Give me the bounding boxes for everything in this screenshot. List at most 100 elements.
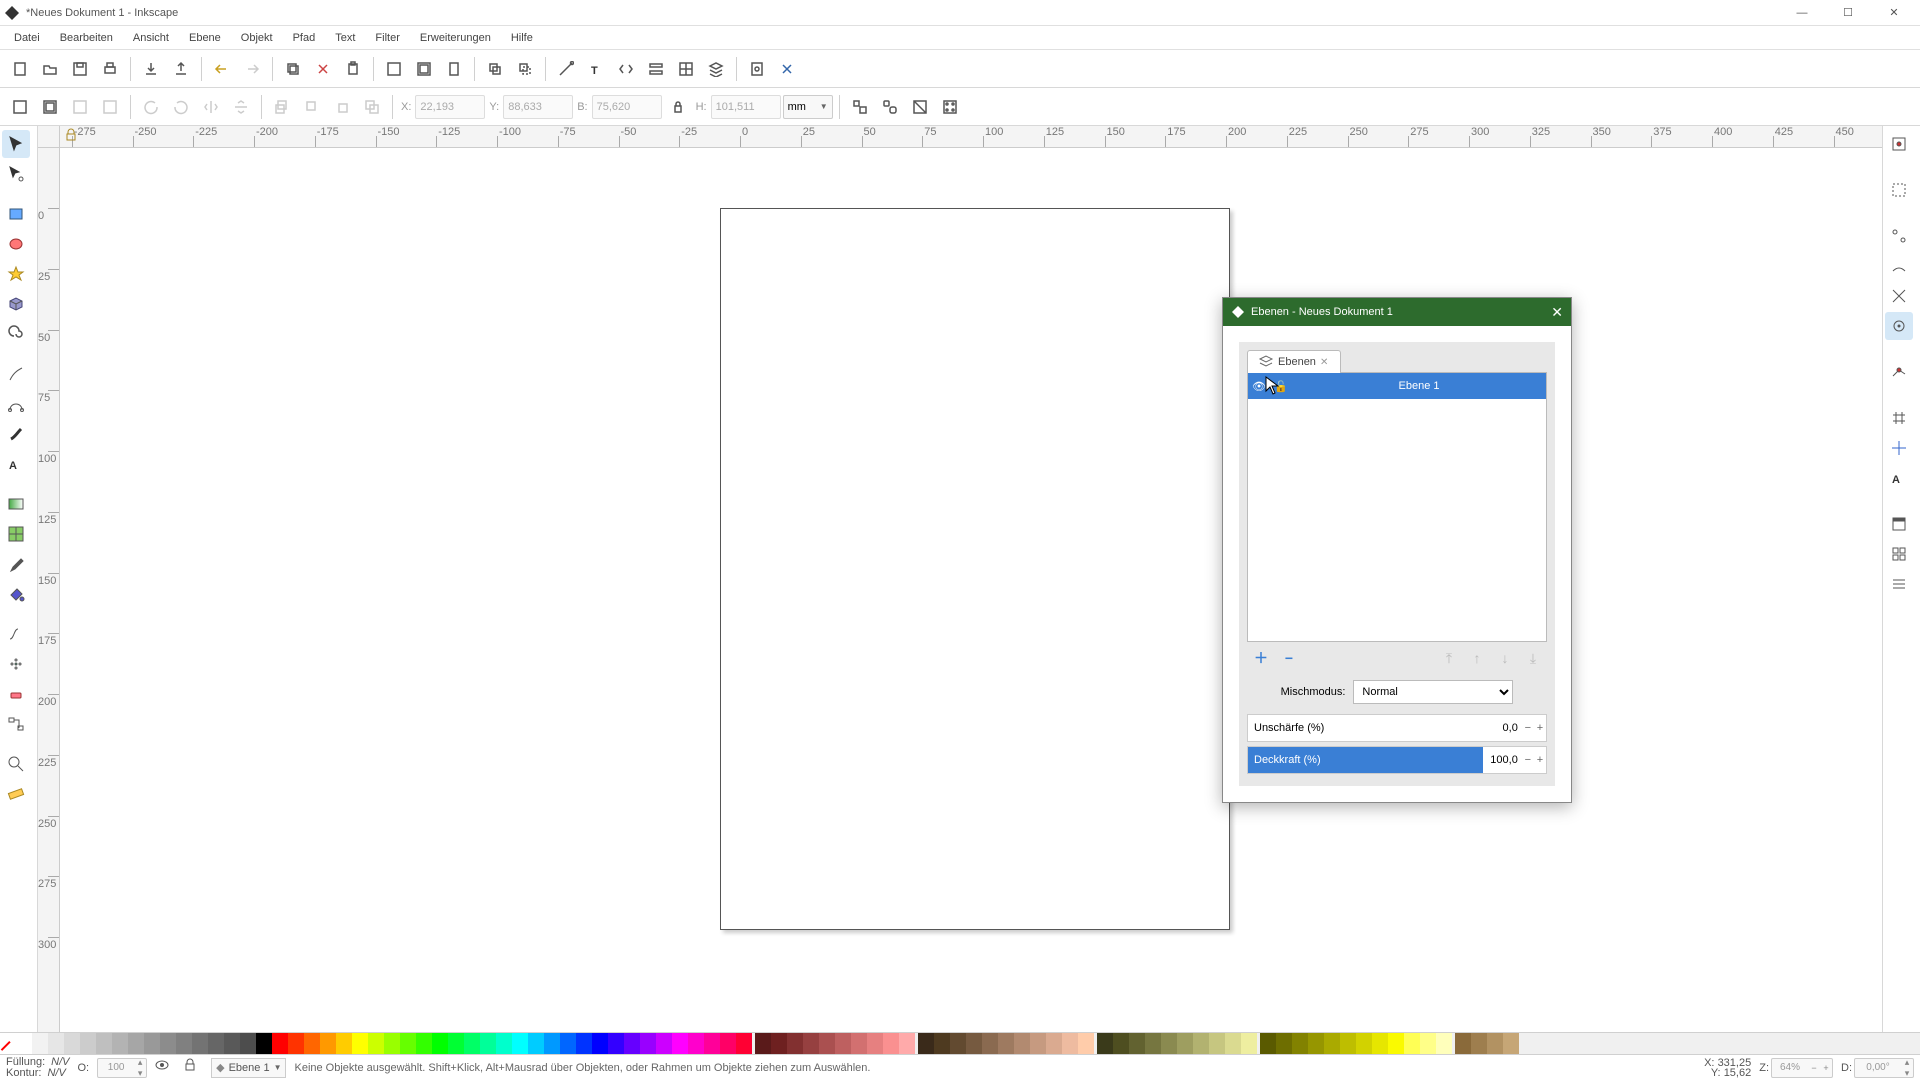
color-swatch[interactable] bbox=[1177, 1033, 1193, 1054]
color-swatch[interactable] bbox=[208, 1033, 224, 1054]
layer-row[interactable]: 👁 🔓 Ebene 1 bbox=[1248, 373, 1546, 399]
print-button[interactable] bbox=[96, 55, 124, 83]
menu-ebene[interactable]: Ebene bbox=[179, 29, 231, 47]
save-button[interactable] bbox=[66, 55, 94, 83]
color-swatch[interactable] bbox=[560, 1033, 576, 1054]
color-swatch[interactable] bbox=[416, 1033, 432, 1054]
menu-objekt[interactable]: Objekt bbox=[231, 29, 283, 47]
connector-tool[interactable] bbox=[2, 710, 30, 738]
color-swatch[interactable] bbox=[288, 1033, 304, 1054]
deselect-button[interactable] bbox=[66, 93, 94, 121]
rect-tool[interactable] bbox=[2, 200, 30, 228]
blur-slider[interactable]: Unschärfe (%) 0,0 − + bbox=[1247, 714, 1547, 742]
pencil-tool[interactable] bbox=[2, 360, 30, 388]
xml-editor-button[interactable] bbox=[612, 55, 640, 83]
color-swatch[interactable] bbox=[384, 1033, 400, 1054]
color-swatch[interactable] bbox=[128, 1033, 144, 1054]
color-swatch[interactable] bbox=[160, 1033, 176, 1054]
layers-button[interactable] bbox=[702, 55, 730, 83]
canvas[interactable] bbox=[60, 148, 1882, 1032]
color-swatch[interactable] bbox=[755, 1033, 771, 1054]
color-swatch[interactable] bbox=[1014, 1033, 1030, 1054]
color-swatch[interactable] bbox=[448, 1033, 464, 1054]
color-swatch[interactable] bbox=[320, 1033, 336, 1054]
color-swatch[interactable] bbox=[918, 1033, 934, 1054]
rotate-cw-button[interactable] bbox=[167, 93, 195, 121]
color-swatch[interactable] bbox=[1193, 1033, 1209, 1054]
spin-down[interactable]: ▾ bbox=[134, 1068, 146, 1079]
color-swatch[interactable] bbox=[80, 1033, 96, 1054]
zoom-spinner[interactable]: −+ bbox=[1771, 1058, 1833, 1078]
color-swatch[interactable] bbox=[1388, 1033, 1404, 1054]
align-button[interactable] bbox=[642, 55, 670, 83]
blur-decrease[interactable]: − bbox=[1522, 722, 1534, 734]
color-swatch[interactable] bbox=[336, 1033, 352, 1054]
open-align[interactable] bbox=[1885, 540, 1913, 568]
layer-down-button[interactable]: ↓ bbox=[1495, 648, 1515, 668]
zoom-selection-button[interactable] bbox=[380, 55, 408, 83]
selector-tool[interactable] bbox=[2, 130, 30, 158]
new-button[interactable] bbox=[6, 55, 34, 83]
color-swatch[interactable] bbox=[224, 1033, 240, 1054]
zoom-drawing-button[interactable] bbox=[410, 55, 438, 83]
color-swatch[interactable] bbox=[1455, 1033, 1471, 1054]
open-button[interactable] bbox=[36, 55, 64, 83]
tab-close-icon[interactable]: ✕ bbox=[1320, 357, 1330, 367]
selectors-button[interactable] bbox=[672, 55, 700, 83]
zoom-out[interactable]: − bbox=[1808, 1063, 1820, 1073]
minimize-button[interactable]: ― bbox=[1780, 1, 1824, 25]
mesh-tool[interactable] bbox=[2, 520, 30, 548]
unit-dropdown[interactable]: mm▼ bbox=[783, 95, 833, 119]
color-swatch[interactable] bbox=[1113, 1033, 1129, 1054]
color-swatch[interactable] bbox=[787, 1033, 803, 1054]
layer-visibility-toggle[interactable] bbox=[155, 1058, 175, 1078]
color-swatch[interactable] bbox=[656, 1033, 672, 1054]
spin-up[interactable]: ▴ bbox=[134, 1057, 146, 1068]
eraser-tool[interactable] bbox=[2, 680, 30, 708]
scale-stroke-button[interactable] bbox=[846, 93, 874, 121]
layers-dialog-close[interactable]: ✕ bbox=[1551, 304, 1563, 321]
duplicate-button[interactable] bbox=[481, 55, 509, 83]
color-swatch[interactable] bbox=[1161, 1033, 1177, 1054]
raise-top-button[interactable] bbox=[268, 93, 296, 121]
dropper-tool[interactable] bbox=[2, 550, 30, 578]
rot-up[interactable]: ▴ bbox=[1901, 1057, 1913, 1068]
snap-center-toggle[interactable] bbox=[1885, 312, 1913, 340]
color-swatch[interactable] bbox=[464, 1033, 480, 1054]
select-all-layers-button[interactable] bbox=[36, 93, 64, 121]
path-edit-button[interactable] bbox=[552, 55, 580, 83]
color-swatch[interactable] bbox=[1078, 1033, 1094, 1054]
measure-tool[interactable] bbox=[2, 780, 30, 808]
snap-page-toggle[interactable]: A bbox=[1885, 464, 1913, 492]
color-swatch[interactable] bbox=[256, 1033, 272, 1054]
remove-layer-button[interactable]: − bbox=[1279, 648, 1299, 668]
open-transform[interactable] bbox=[1885, 570, 1913, 598]
layer-to-bottom-button[interactable]: ⤓ bbox=[1523, 648, 1543, 668]
color-swatch[interactable] bbox=[496, 1033, 512, 1054]
color-swatch[interactable] bbox=[1145, 1033, 1161, 1054]
color-swatch[interactable] bbox=[1097, 1033, 1113, 1054]
color-swatch[interactable] bbox=[1404, 1033, 1420, 1054]
color-swatch[interactable] bbox=[624, 1033, 640, 1054]
layer-to-top-button[interactable]: ⤒ bbox=[1439, 648, 1459, 668]
color-swatch[interactable] bbox=[64, 1033, 80, 1054]
color-swatch[interactable] bbox=[1356, 1033, 1372, 1054]
export-button[interactable] bbox=[167, 55, 195, 83]
menu-pfad[interactable]: Pfad bbox=[283, 29, 326, 47]
text-tool-button[interactable]: T bbox=[582, 55, 610, 83]
menu-text[interactable]: Text bbox=[325, 29, 365, 47]
color-swatch[interactable] bbox=[819, 1033, 835, 1054]
color-swatch[interactable] bbox=[592, 1033, 608, 1054]
w-field[interactable]: 75,620 bbox=[592, 95, 662, 119]
toggle-selection-button[interactable] bbox=[96, 93, 124, 121]
no-color-swatch[interactable] bbox=[0, 1033, 16, 1054]
color-swatch[interactable] bbox=[1225, 1033, 1241, 1054]
color-swatch[interactable] bbox=[1471, 1033, 1487, 1054]
clone-button[interactable] bbox=[511, 55, 539, 83]
color-swatch[interactable] bbox=[144, 1033, 160, 1054]
flip-v-button[interactable] bbox=[227, 93, 255, 121]
color-swatch[interactable] bbox=[352, 1033, 368, 1054]
snap-nodes-toggle[interactable] bbox=[1885, 222, 1913, 250]
snap-guides-toggle[interactable] bbox=[1885, 434, 1913, 462]
color-swatch[interactable] bbox=[835, 1033, 851, 1054]
